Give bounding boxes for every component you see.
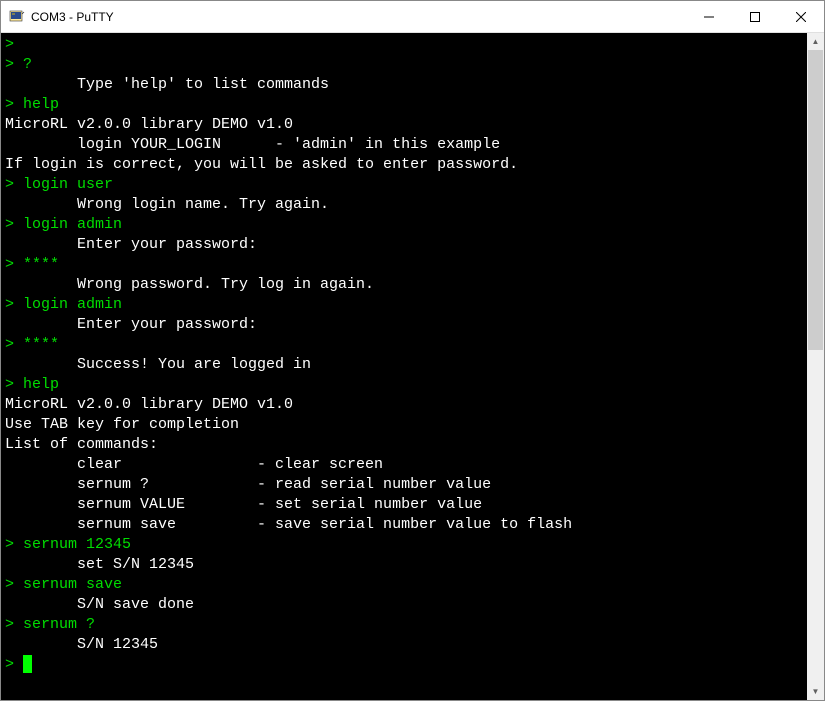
terminal-line: > [5, 35, 803, 55]
terminal-line: MicroRL v2.0.0 library DEMO v1.0 [5, 395, 803, 415]
close-button[interactable] [778, 1, 824, 32]
terminal-line: Use TAB key for completion [5, 415, 803, 435]
terminal-line: Enter your password: [5, 315, 803, 335]
terminal-line: > login admin [5, 215, 803, 235]
putty-window: COM3 - PuTTY >> ? Type 'help' to list co… [0, 0, 825, 701]
cursor [23, 655, 32, 673]
terminal-line: Enter your password: [5, 235, 803, 255]
terminal-line: sernum VALUE - set serial number value [5, 495, 803, 515]
titlebar[interactable]: COM3 - PuTTY [1, 1, 824, 33]
terminal-line: > sernum save [5, 575, 803, 595]
scrollbar[interactable]: ▲ ▼ [807, 33, 824, 700]
terminal-line: > **** [5, 335, 803, 355]
terminal-line: S/N save done [5, 595, 803, 615]
terminal-line: Wrong password. Try log in again. [5, 275, 803, 295]
terminal-line: List of commands: [5, 435, 803, 455]
terminal-line: > help [5, 375, 803, 395]
terminal-line: > sernum 12345 [5, 535, 803, 555]
terminal-line: Success! You are logged in [5, 355, 803, 375]
terminal-line: set S/N 12345 [5, 555, 803, 575]
scrollbar-down[interactable]: ▼ [807, 683, 824, 700]
scrollbar-up[interactable]: ▲ [807, 33, 824, 50]
terminal-line: > ? [5, 55, 803, 75]
app-icon [9, 9, 25, 25]
scrollbar-thumb[interactable] [808, 50, 823, 350]
terminal-line: > help [5, 95, 803, 115]
terminal[interactable]: >> ? Type 'help' to list commands> helpM… [1, 33, 807, 700]
terminal-line: > **** [5, 255, 803, 275]
terminal-line: login YOUR_LOGIN - 'admin' in this examp… [5, 135, 803, 155]
terminal-line: clear - clear screen [5, 455, 803, 475]
terminal-line: > sernum ? [5, 615, 803, 635]
terminal-area: >> ? Type 'help' to list commands> helpM… [1, 33, 824, 700]
terminal-line: > login user [5, 175, 803, 195]
window-controls [686, 1, 824, 32]
terminal-line: If login is correct, you will be asked t… [5, 155, 803, 175]
terminal-line: MicroRL v2.0.0 library DEMO v1.0 [5, 115, 803, 135]
terminal-line: sernum save - save serial number value t… [5, 515, 803, 535]
terminal-line: sernum ? - read serial number value [5, 475, 803, 495]
terminal-line: > login admin [5, 295, 803, 315]
maximize-button[interactable] [732, 1, 778, 32]
minimize-button[interactable] [686, 1, 732, 32]
terminal-line: > [5, 655, 803, 675]
terminal-line: Wrong login name. Try again. [5, 195, 803, 215]
terminal-line: S/N 12345 [5, 635, 803, 655]
terminal-line: Type 'help' to list commands [5, 75, 803, 95]
window-title: COM3 - PuTTY [31, 10, 686, 24]
